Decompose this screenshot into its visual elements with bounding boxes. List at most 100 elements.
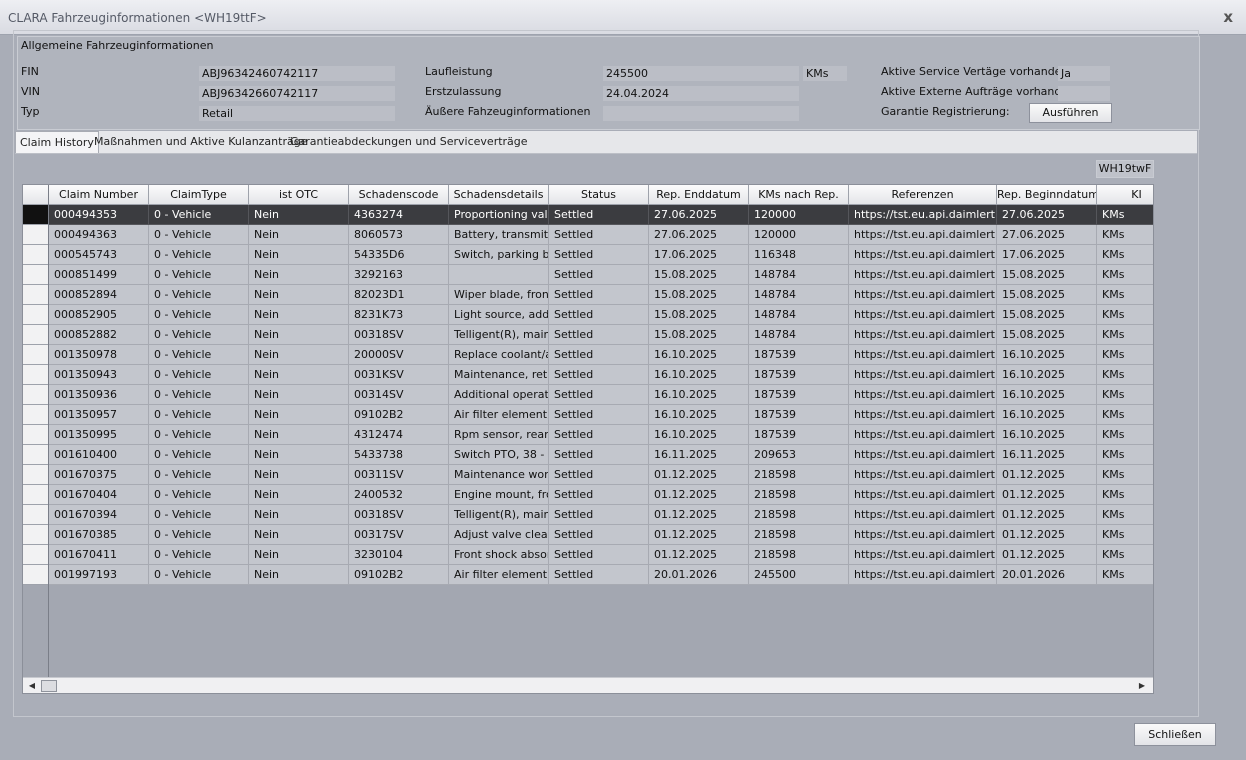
table-row[interactable]: 000852894 0 - Vehicle Nein 82023D1 Wiper bla… <box>49 285 1153 305</box>
tab-massnahmen[interactable]: Maßnahmen und Aktive Kulanzanträge <box>94 131 307 152</box>
claim-history-grid[interactable]: Claim Number ClaimType ist OTC Schadenscode… <box>22 184 1154 694</box>
row-selector[interactable] <box>23 225 48 245</box>
column-header-ki[interactable]: KI <box>1097 185 1153 205</box>
cell-claim-type: 0 - Vehicle <box>149 565 249 585</box>
column-header-ist-otc[interactable]: ist OTC <box>249 185 349 205</box>
table-row[interactable]: 001670411 0 - Vehicle Nein 3230104 Front sho… <box>49 545 1153 565</box>
table-row[interactable]: 001670404 0 - Vehicle Nein 2400532 Engine mo… <box>49 485 1153 505</box>
scroll-left-icon[interactable]: ◀ <box>25 679 39 692</box>
table-row[interactable]: 000852882 0 - Vehicle Nein 00318SV Telligent… <box>49 325 1153 345</box>
row-selector[interactable] <box>23 405 48 425</box>
cell-rep-enddatum: 01.12.2025 <box>649 525 749 545</box>
externe-auftraege-field <box>1058 86 1110 101</box>
close-window-icon[interactable]: x <box>1223 8 1233 26</box>
row-selector[interactable] <box>23 285 48 305</box>
cell-referenzen: https://tst.eu.api.daimlertruc <box>849 305 997 325</box>
row-selector[interactable] <box>23 525 48 545</box>
laufleistung-field: 245500 <box>603 66 799 81</box>
cell-schadenscode: 20000SV <box>349 345 449 365</box>
cell-schadensdetails: Adjust valve clear <box>449 525 549 545</box>
cell-rep-beginndatum: 01.12.2025 <box>997 545 1097 565</box>
row-selector[interactable] <box>23 545 48 565</box>
vin-label: VIN <box>21 85 40 98</box>
garantie-label: Garantie Registrierung: <box>881 105 1010 118</box>
cell-schadensdetails: Wiper blade, front, <box>449 285 549 305</box>
column-header-schadensdetails[interactable]: Schadensdetails <box>449 185 549 205</box>
cell-schadensdetails: Telligent(R), maint <box>449 325 549 345</box>
cell-claim-number: 000545743 <box>49 245 149 265</box>
scroll-thumb[interactable] <box>41 680 57 692</box>
schliessen-button[interactable]: Schließen <box>1134 723 1216 746</box>
tab-claim-history[interactable]: Claim History <box>15 131 99 153</box>
row-selector[interactable] <box>23 385 48 405</box>
column-header-claim-type[interactable]: ClaimType <box>149 185 249 205</box>
table-row[interactable]: 000494363 0 - Vehicle Nein 8060573 Battery, … <box>49 225 1153 245</box>
cell-status: Settled <box>549 565 649 585</box>
column-header-referenzen[interactable]: Referenzen <box>849 185 997 205</box>
row-selector[interactable] <box>23 365 48 385</box>
cell-rep-beginndatum: 20.01.2026 <box>997 565 1097 585</box>
table-row[interactable]: 001350995 0 - Vehicle Nein 4312474 Rpm senso… <box>49 425 1153 445</box>
row-selector[interactable] <box>23 305 48 325</box>
column-header-kms-nach-rep[interactable]: KMs nach Rep. <box>749 185 849 205</box>
table-row[interactable]: 001670385 0 - Vehicle Nein 00317SV Adjust va… <box>49 525 1153 545</box>
table-row[interactable]: 001350978 0 - Vehicle Nein 20000SV Replace c… <box>49 345 1153 365</box>
cell-ist-otc: Nein <box>249 425 349 445</box>
table-row[interactable]: 001350957 0 - Vehicle Nein 09102B2 Air filte… <box>49 405 1153 425</box>
cell-rep-enddatum: 16.10.2025 <box>649 425 749 445</box>
cell-ki: KMs <box>1097 325 1153 345</box>
cell-rep-enddatum: 16.11.2025 <box>649 445 749 465</box>
cell-ist-otc: Nein <box>249 385 349 405</box>
table-row[interactable]: 000494353 0 - Vehicle Nein 4363274 Proportio… <box>49 205 1153 225</box>
table-row[interactable]: 000545743 0 - Vehicle Nein 54335D6 Switch, p… <box>49 245 1153 265</box>
cell-schadenscode: 00311SV <box>349 465 449 485</box>
row-selector[interactable] <box>23 465 48 485</box>
service-vertraege-label: Aktive Service Vertäge vorhanden <box>881 65 1069 78</box>
table-row[interactable]: 001350936 0 - Vehicle Nein 00314SV Additiona… <box>49 385 1153 405</box>
column-header-rep-beginndatum[interactable]: Rep. Beginndatum <box>997 185 1097 205</box>
cell-schadensdetails: Rpm sensor, rear a <box>449 425 549 445</box>
cell-rep-enddatum: 27.06.2025 <box>649 205 749 225</box>
tab-garantieabdeckungen[interactable]: Garantieabdeckungen und Serviceverträge <box>290 131 528 152</box>
table-row[interactable]: 001670394 0 - Vehicle Nein 00318SV Telligent… <box>49 505 1153 525</box>
table-row[interactable]: 001350943 0 - Vehicle Nein 0031KSV Maintenan… <box>49 365 1153 385</box>
column-header-schadenscode[interactable]: Schadenscode <box>349 185 449 205</box>
horizontal-scrollbar[interactable]: ◀ ▶ <box>23 677 1153 693</box>
cell-ist-otc: Nein <box>249 405 349 425</box>
row-selector[interactable] <box>23 325 48 345</box>
cell-schadenscode: 3292163 <box>349 265 449 285</box>
row-selector[interactable] <box>23 445 48 465</box>
cell-schadensdetails: Engine mount, fron <box>449 485 549 505</box>
cell-claim-type: 0 - Vehicle <box>149 365 249 385</box>
cell-kms-nach-rep: 187539 <box>749 345 849 365</box>
row-selector[interactable] <box>23 565 48 585</box>
ausfuehren-button[interactable]: Ausführen <box>1029 103 1112 123</box>
row-selector[interactable] <box>23 245 48 265</box>
row-selector[interactable] <box>23 265 48 285</box>
cell-claim-type: 0 - Vehicle <box>149 545 249 565</box>
row-selector[interactable] <box>23 345 48 365</box>
column-header-claim-number[interactable]: Claim Number <box>49 185 149 205</box>
table-row[interactable]: 001610400 0 - Vehicle Nein 5433738 Switch PT… <box>49 445 1153 465</box>
table-row[interactable]: 000851499 0 - Vehicle Nein 3292163 Settled 15… <box>49 265 1153 285</box>
scroll-right-icon[interactable]: ▶ <box>1135 679 1149 692</box>
row-selector[interactable] <box>23 485 48 505</box>
table-row[interactable]: 000852905 0 - Vehicle Nein 8231K73 Light sou… <box>49 305 1153 325</box>
column-header-rep-enddatum[interactable]: Rep. Enddatum <box>649 185 749 205</box>
cell-ist-otc: Nein <box>249 225 349 245</box>
row-selector[interactable] <box>23 425 48 445</box>
cell-claim-type: 0 - Vehicle <box>149 485 249 505</box>
cell-kms-nach-rep: 218598 <box>749 465 849 485</box>
cell-claim-number: 000852894 <box>49 285 149 305</box>
table-row[interactable]: 001670375 0 - Vehicle Nein 00311SV Maintenan… <box>49 465 1153 485</box>
row-selector[interactable] <box>23 205 48 225</box>
row-selector[interactable] <box>23 505 48 525</box>
column-header-status[interactable]: Status <box>549 185 649 205</box>
cell-rep-enddatum: 20.01.2026 <box>649 565 749 585</box>
cell-referenzen: https://tst.eu.api.daimlertruc <box>849 425 997 445</box>
table-row[interactable]: 001997193 0 - Vehicle Nein 09102B2 Air filte… <box>49 565 1153 585</box>
cell-rep-enddatum: 15.08.2025 <box>649 265 749 285</box>
cell-rep-beginndatum: 01.12.2025 <box>997 465 1097 485</box>
cell-referenzen: https://tst.eu.api.daimlertruc <box>849 405 997 425</box>
cell-schadensdetails <box>449 265 549 285</box>
